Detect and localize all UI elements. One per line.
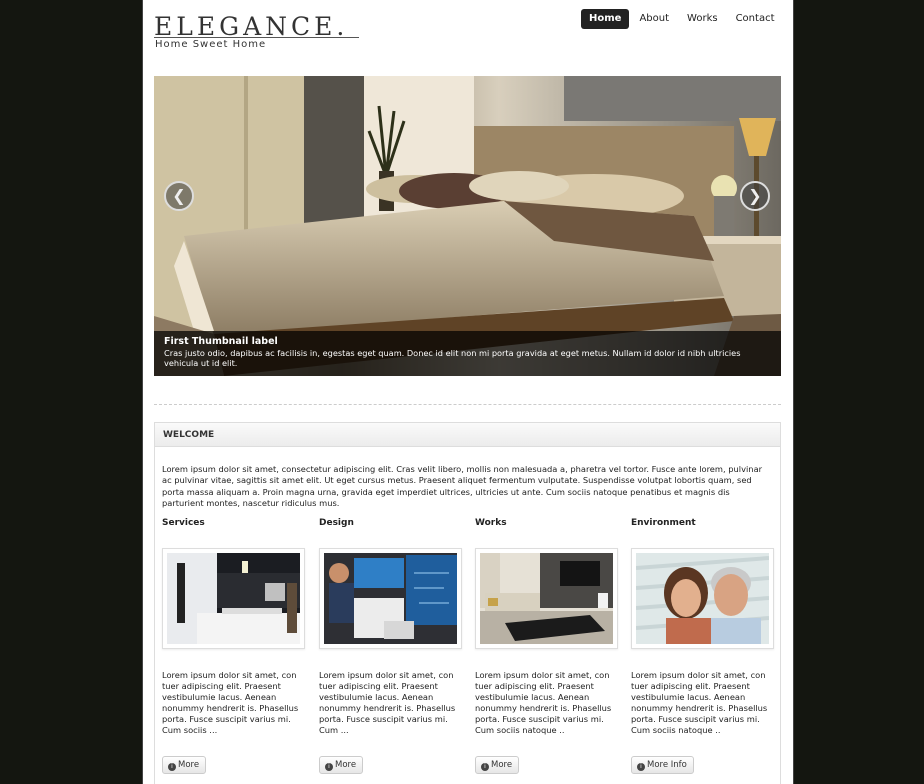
page-container: ELEGANCE. Home Sweet Home Home About Wor…	[142, 0, 794, 784]
living-room-image	[480, 553, 613, 644]
nav-about[interactable]: About	[631, 9, 677, 29]
works-thumbnail[interactable]	[475, 548, 618, 649]
environment-more-info-button[interactable]: i More Info	[631, 756, 694, 774]
services-thumbnail[interactable]	[162, 548, 305, 649]
info-icon: i	[481, 763, 489, 771]
caption-text: Cras justo odio, dapibus ac facilisis in…	[164, 348, 741, 368]
carousel-prev-button[interactable]: ❮	[164, 181, 194, 211]
design-more-button[interactable]: i More	[319, 756, 364, 774]
caption-title: First Thumbnail label	[164, 336, 278, 347]
button-label: More	[178, 760, 200, 770]
column-text: Lorem ipsum dolor sit amet, con tuer adi…	[162, 670, 299, 735]
column-title: Environment	[631, 518, 696, 528]
kitchen-image	[167, 553, 300, 644]
hero-carousel[interactable]: ❮ ❯ First Thumbnail label Cras justo odi…	[154, 76, 781, 376]
column-title: Design	[319, 518, 354, 528]
logo-underline	[154, 37, 359, 38]
design-thumbnail[interactable]	[319, 548, 462, 649]
info-icon: i	[168, 763, 176, 771]
section-divider	[154, 404, 781, 405]
carousel-caption: First Thumbnail label Cras justo odio, d…	[154, 331, 781, 376]
column-design: Design Lorem ipsum dolor sit amet, con t…	[319, 518, 469, 774]
nav-contact[interactable]: Contact	[728, 9, 783, 29]
column-title: Works	[475, 518, 507, 528]
carousel-next-button[interactable]: ❯	[740, 181, 770, 211]
column-services: Services Lorem ipsum dolor sit amet, con…	[162, 518, 312, 774]
info-icon: i	[637, 763, 645, 771]
column-title: Services	[162, 518, 205, 528]
welcome-heading: WELCOME	[155, 423, 780, 447]
button-label: More	[335, 760, 357, 770]
button-label: More Info	[647, 760, 687, 770]
column-works: Works Lorem ipsum dolor sit amet, con tu…	[475, 518, 625, 774]
happy-couple-image	[636, 553, 769, 644]
nav-works[interactable]: Works	[679, 9, 726, 29]
welcome-intro: Lorem ipsum dolor sit amet, consectetur …	[162, 464, 763, 508]
chevron-right-icon: ❯	[748, 186, 762, 205]
works-more-button[interactable]: i More	[475, 756, 520, 774]
welcome-panel: WELCOME Lorem ipsum dolor sit amet, cons…	[154, 422, 781, 784]
designer-at-desk-image	[324, 553, 457, 644]
site-tagline: Home Sweet Home	[155, 39, 267, 50]
column-text: Lorem ipsum dolor sit amet, con tuer adi…	[631, 670, 768, 735]
services-more-button[interactable]: i More	[162, 756, 207, 774]
column-text: Lorem ipsum dolor sit amet, con tuer adi…	[475, 670, 612, 735]
column-text: Lorem ipsum dolor sit amet, con tuer adi…	[319, 670, 456, 735]
nav-home[interactable]: Home	[581, 9, 630, 29]
main-nav: Home About Works Contact	[581, 9, 784, 29]
column-environment: Environment Lorem ipsum dolor sit amet, …	[631, 518, 781, 774]
chevron-left-icon: ❮	[172, 186, 186, 205]
button-label: More	[491, 760, 513, 770]
environment-thumbnail[interactable]	[631, 548, 774, 649]
info-icon: i	[325, 763, 333, 771]
